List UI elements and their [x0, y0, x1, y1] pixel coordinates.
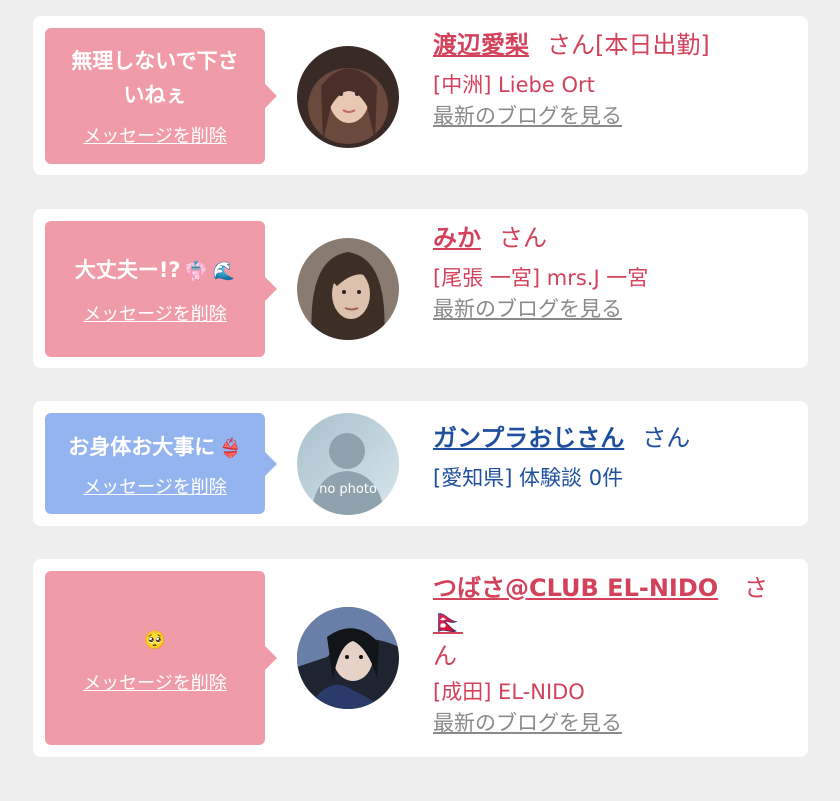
- avatar[interactable]: no photo: [297, 413, 399, 515]
- message-text: お身体お大事に 👙: [68, 434, 242, 459]
- message-text: 大丈夫ー!? 👘 🌊: [74, 258, 236, 282]
- shop-info: [成田] EL-NIDO: [433, 680, 585, 704]
- profile-name-link[interactable]: つばさ@CLUB EL-NIDO🇳🇵: [433, 571, 744, 639]
- profile-info: つばさ@CLUB EL-NIDO🇳🇵 さ ん [成田] EL-NIDO 最新のブロ…: [433, 571, 768, 737]
- delete-message-link[interactable]: メッセージを削除: [83, 300, 227, 326]
- avatar[interactable]: [297, 607, 399, 709]
- profile-info: みか さん [尾張 一宮] mrs.J 一宮 最新のブログを見る: [433, 221, 768, 323]
- svg-text:no photo: no photo: [319, 482, 377, 497]
- message-bubble: お身体お大事に 👙 メッセージを削除: [45, 413, 277, 514]
- profile-info: 渡辺愛梨 さん[本日出勤] [中洲] Liebe Ort 最新のブログを見る: [433, 28, 768, 130]
- delete-message-link[interactable]: メッセージを削除: [83, 473, 227, 499]
- review-count: [愛知県] 体験談 0件: [433, 466, 624, 490]
- message-text: 🥺: [144, 621, 166, 659]
- profile-info: ガンプラおじさん さん [愛知県] 体験談 0件: [433, 421, 768, 493]
- message-card: 無理しないで下さ いねぇ メッセージを削除 渡辺愛梨 さん[本日出勤] [中洲] …: [33, 16, 808, 175]
- message-card: 🥺 メッセージを削除 つばさ@CLUB EL-NIDO🇳🇵 さ ん [成田] EL…: [33, 559, 808, 757]
- kimono-icon: 👘 🌊: [184, 261, 236, 282]
- message-card: お身体お大事に 👙 メッセージを削除 no photo ガンプラおじさん さん [愛…: [33, 401, 808, 526]
- message-bubble: 大丈夫ー!? 👘 🌊 メッセージを削除: [45, 221, 277, 357]
- honorific: さ: [744, 574, 768, 602]
- latest-blog-link[interactable]: 最新のブログを見る: [433, 297, 622, 321]
- profile-name-link[interactable]: みか: [433, 224, 481, 252]
- pleading-face-icon: 🥺: [143, 630, 167, 651]
- latest-blog-link[interactable]: 最新のブログを見る: [433, 104, 622, 128]
- message-text: 無理しないで下さ いねぇ: [71, 49, 239, 107]
- bikini-icon: 👙: [219, 437, 242, 459]
- shop-info: [中洲] Liebe Ort: [433, 73, 595, 97]
- delete-message-link[interactable]: メッセージを削除: [83, 122, 227, 148]
- honorific: さん[本日出勤]: [547, 31, 710, 59]
- avatar[interactable]: [297, 238, 399, 340]
- shop-info: [尾張 一宮] mrs.J 一宮: [433, 266, 649, 290]
- message-bubble: 無理しないで下さ いねぇ メッセージを削除: [45, 28, 277, 164]
- profile-name-link[interactable]: ガンプラおじさん: [433, 424, 624, 452]
- latest-blog-link[interactable]: 最新のブログを見る: [433, 711, 622, 735]
- honorific: さん: [499, 224, 547, 252]
- honorific: さん: [642, 424, 691, 452]
- avatar[interactable]: [297, 46, 399, 148]
- message-bubble: 🥺 メッセージを削除: [45, 571, 277, 745]
- honorific-continued: ん: [433, 642, 457, 670]
- delete-message-link[interactable]: メッセージを削除: [83, 669, 227, 695]
- message-card: 大丈夫ー!? 👘 🌊 メッセージを削除 みか さん [尾張 一宮] mrs.J 一宮…: [33, 209, 808, 368]
- profile-name-link[interactable]: 渡辺愛梨: [433, 31, 529, 59]
